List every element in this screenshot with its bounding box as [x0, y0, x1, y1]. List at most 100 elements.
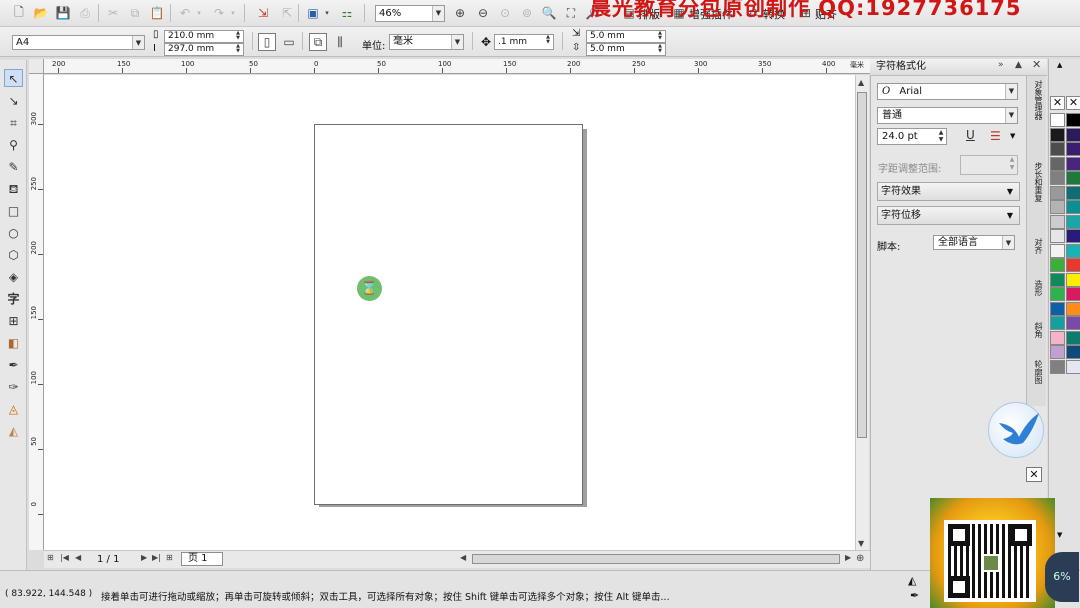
- next-page-icon[interactable]: ▶: [141, 553, 147, 562]
- font-style-select[interactable]: 普通 ▼: [877, 107, 1018, 124]
- duplicate-y-input[interactable]: 5.0 mm ▲ ▼: [586, 43, 666, 56]
- launcher-dropdown-icon[interactable]: ▾: [322, 4, 332, 22]
- fill-tool-icon[interactable]: ◬: [4, 400, 23, 418]
- color-swatch[interactable]: [1066, 243, 1080, 258]
- kerning-input[interactable]: ▲ ▼: [960, 155, 1018, 175]
- horizontal-scroll-thumb[interactable]: [472, 554, 840, 564]
- new-document-icon[interactable]: 🗋: [10, 4, 28, 22]
- color-swatch[interactable]: [1066, 345, 1080, 359]
- zoom-level-select[interactable]: 46% ▼: [375, 5, 445, 22]
- color-swatch[interactable]: [1066, 113, 1080, 127]
- navigator-icon[interactable]: ⊕: [856, 553, 864, 564]
- table-tool-icon[interactable]: ⊞: [4, 312, 23, 330]
- page-tab[interactable]: 页 1: [181, 552, 223, 566]
- expand-docker-icon[interactable]: »: [998, 60, 1004, 70]
- spin-arrows-icon[interactable]: ▲ ▼: [655, 44, 665, 55]
- vertical-ruler[interactable]: 300 250 200 150 100 50 0: [29, 74, 44, 550]
- open-folder-icon[interactable]: 📂: [32, 4, 50, 22]
- tab-object-manager[interactable]: 对象管理器: [1029, 80, 1043, 120]
- import-icon[interactable]: ⇲: [254, 4, 272, 22]
- color-swatch[interactable]: [1050, 156, 1065, 171]
- previous-page-icon[interactable]: ◀: [75, 553, 81, 562]
- zoom-all-objects-icon[interactable]: ⊚: [518, 4, 536, 22]
- outline-pen-tool-icon[interactable]: ✑: [4, 378, 23, 396]
- tab-align[interactable]: 对齐: [1029, 238, 1043, 254]
- color-swatch[interactable]: [1066, 301, 1080, 316]
- color-swatch[interactable]: [1050, 316, 1065, 330]
- add-page-before-icon[interactable]: ⊞: [47, 553, 54, 562]
- color-swatch[interactable]: [1066, 127, 1080, 142]
- color-swatch[interactable]: [1050, 142, 1065, 156]
- cut-icon[interactable]: ✂: [104, 4, 122, 22]
- eyedropper-tool-icon[interactable]: ✒: [4, 356, 23, 374]
- vertical-scroll-thumb[interactable]: [857, 92, 867, 438]
- zoom-tool-icon[interactable]: ⚲: [4, 136, 23, 154]
- font-size-input[interactable]: 24.0 pt ▲ ▼: [877, 128, 947, 145]
- color-swatch[interactable]: [1050, 171, 1065, 185]
- chevron-down-icon[interactable]: ▼: [1010, 132, 1015, 140]
- color-swatch[interactable]: [1050, 185, 1065, 200]
- color-swatch[interactable]: [1050, 345, 1065, 359]
- color-swatch[interactable]: [1050, 243, 1065, 258]
- color-swatch[interactable]: [1050, 258, 1065, 272]
- spin-arrows-icon[interactable]: ▲ ▼: [233, 31, 243, 42]
- no-outline-swatch[interactable]: ✕: [1066, 96, 1080, 110]
- spin-arrows-icon[interactable]: ▲ ▼: [655, 31, 665, 42]
- palette-scroll-down-icon[interactable]: ▼: [1057, 531, 1062, 539]
- color-swatch[interactable]: [1050, 113, 1065, 127]
- color-swatch[interactable]: [1050, 200, 1065, 214]
- interactive-blend-tool-icon[interactable]: ◧: [4, 334, 23, 352]
- font-family-select[interactable]: O Arial ▼: [877, 83, 1018, 100]
- zoom-selected-icon[interactable]: ⊙: [496, 4, 514, 22]
- color-swatch[interactable]: [1066, 258, 1080, 272]
- first-page-icon[interactable]: |◀: [60, 553, 69, 562]
- print-icon[interactable]: ⎙: [76, 4, 94, 22]
- color-swatch[interactable]: [1066, 330, 1080, 345]
- document-page[interactable]: [314, 124, 583, 505]
- shape-tool-icon[interactable]: ↘: [4, 92, 23, 110]
- outline-indicator-icon[interactable]: ✒: [910, 589, 919, 602]
- scroll-left-icon[interactable]: ◀: [460, 553, 466, 562]
- duplicate-x-input[interactable]: 5.0 mm ▲ ▼: [586, 30, 666, 43]
- no-fill-swatch[interactable]: ✕: [1050, 96, 1065, 110]
- character-offset-section[interactable]: 字符位移 ▼: [877, 206, 1020, 225]
- zoom-width-icon[interactable]: ⛶: [562, 4, 580, 22]
- text-tool-icon[interactable]: 字: [4, 290, 23, 308]
- interactive-fill-tool-icon[interactable]: ◭: [4, 422, 23, 440]
- zoom-page-icon[interactable]: 🔍: [540, 4, 558, 22]
- add-page-after-icon[interactable]: ⊞: [166, 553, 173, 562]
- close-docker-icon[interactable]: ✕: [1032, 58, 1041, 71]
- color-swatch[interactable]: [1050, 330, 1065, 345]
- page-height-input[interactable]: 297.0 mm ▲ ▼: [164, 43, 244, 56]
- spin-arrows-icon[interactable]: ▲ ▼: [1007, 156, 1017, 174]
- ruler-origin[interactable]: [29, 59, 44, 74]
- collapse-docker-icon[interactable]: ▲: [1015, 60, 1022, 70]
- color-swatch[interactable]: [1066, 359, 1080, 374]
- color-swatch[interactable]: [1066, 142, 1080, 156]
- spin-arrows-icon[interactable]: ▲ ▼: [936, 129, 946, 144]
- freehand-tool-icon[interactable]: ✎: [4, 158, 23, 176]
- welcome-screen-icon[interactable]: ⚏: [338, 4, 356, 22]
- spin-arrows-icon[interactable]: ▲ ▼: [233, 44, 243, 55]
- script-select[interactable]: 全部语言 ▼: [933, 235, 1015, 250]
- page-width-input[interactable]: 210.0 mm ▲ ▼: [164, 30, 244, 43]
- landscape-icon[interactable]: ▭: [280, 33, 298, 51]
- smart-fill-tool-icon[interactable]: ⛾: [4, 180, 23, 198]
- color-swatch[interactable]: [1066, 200, 1080, 214]
- tab-bevel[interactable]: 斜角: [1029, 322, 1043, 338]
- color-swatch[interactable]: [1066, 156, 1080, 171]
- character-effects-section[interactable]: 字符效果 ▼: [877, 182, 1020, 201]
- export-icon[interactable]: ⇱: [278, 4, 296, 22]
- palette-scroll-up-icon[interactable]: ▲: [1057, 61, 1062, 69]
- scroll-down-icon[interactable]: ▼: [858, 539, 864, 548]
- basic-shapes-tool-icon[interactable]: ◈: [4, 268, 23, 286]
- pick-tool-icon[interactable]: ↖: [4, 69, 23, 87]
- tab-contour[interactable]: 轮廓图: [1029, 360, 1043, 384]
- zoom-in-icon[interactable]: ⊕: [451, 4, 469, 22]
- undo-icon[interactable]: ↶: [176, 4, 194, 22]
- polygon-tool-icon[interactable]: ⬡: [4, 246, 23, 264]
- application-launcher-icon[interactable]: ▣: [304, 4, 322, 22]
- spin-arrows-icon[interactable]: ▲ ▼: [543, 35, 553, 49]
- underline-icon[interactable]: U: [966, 128, 975, 142]
- ellipse-tool-icon[interactable]: ○: [4, 224, 23, 242]
